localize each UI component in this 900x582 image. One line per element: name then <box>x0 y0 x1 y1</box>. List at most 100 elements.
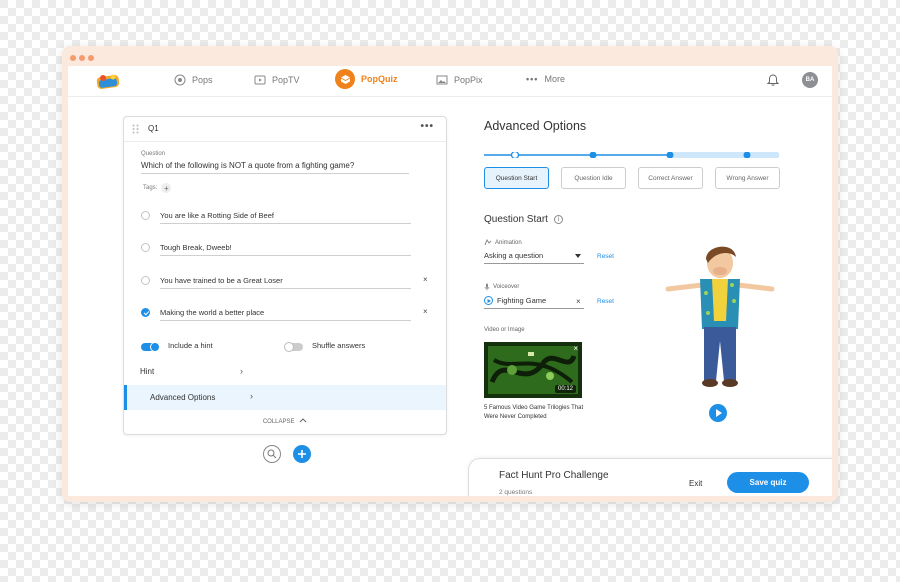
nav-item-popquiz[interactable]: PopQuiz <box>335 69 398 89</box>
answer-text-field[interactable]: Making the world a better place <box>160 308 411 321</box>
nav-label-more: More <box>544 74 565 84</box>
question-menu-icon[interactable]: ••• <box>420 121 434 132</box>
tags-row: Tags: + <box>143 183 172 193</box>
collapse-label: COLLAPSE <box>262 419 295 425</box>
voiceover-label: Voiceover <box>493 284 520 290</box>
answer-radio[interactable] <box>141 243 150 252</box>
remove-voiceover-icon[interactable]: × <box>576 297 581 306</box>
remove-video-icon[interactable]: × <box>573 344 578 353</box>
advanced-options-title: Advanced Options <box>484 119 587 133</box>
step-dot <box>666 152 674 158</box>
step-dot <box>589 152 597 158</box>
answer-row: You are like a Rotting Side of Beef <box>141 206 431 228</box>
answer-radio[interactable] <box>141 211 150 220</box>
nav-item-pops[interactable]: Pops <box>174 74 213 86</box>
window-dot-minimize[interactable] <box>79 55 85 61</box>
search-button[interactable] <box>263 445 281 463</box>
popquiz-logo-icon[interactable] <box>96 72 120 90</box>
animation-reset-link[interactable]: Reset <box>597 253 614 260</box>
question-card: Q1 ••• Question Which of the following i… <box>123 116 447 435</box>
remove-answer-icon[interactable]: × <box>423 307 428 316</box>
drag-handle-icon[interactable] <box>132 124 139 134</box>
search-icon <box>267 449 277 459</box>
answer-radio-correct[interactable] <box>141 308 150 317</box>
tv-icon <box>254 75 266 85</box>
shuffle-answers-label: Shuffle answers <box>312 341 366 350</box>
answer-row: Making the world a better place × <box>141 303 431 325</box>
window-dot-maximize[interactable] <box>88 55 94 61</box>
avatar[interactable]: BA <box>802 72 818 88</box>
nav-item-more[interactable]: ••• More <box>526 74 565 84</box>
bell-icon[interactable] <box>766 73 780 87</box>
add-question-button[interactable] <box>293 445 311 463</box>
answer-radio[interactable] <box>141 276 150 285</box>
nav-item-poppix[interactable]: PopPix <box>436 74 483 86</box>
voiceover-reset-link[interactable]: Reset <box>597 298 614 305</box>
voiceover-value: Fighting Game <box>497 296 547 305</box>
video-duration: 00:12 <box>554 385 576 393</box>
shuffle-answers-toggle[interactable] <box>284 342 303 352</box>
question-text-field[interactable]: Which of the following is NOT a quote fr… <box>141 161 409 174</box>
advanced-options-label: Advanced Options <box>150 393 216 402</box>
question-field-label: Question <box>141 151 166 157</box>
plus-icon <box>298 450 306 458</box>
answer-text-field[interactable]: You have trained to be a Great Loser <box>160 276 411 289</box>
nav-label-poptv: PopTV <box>272 75 300 85</box>
quiz-footer: Fact Hunt Pro Challenge 2 questions Exit… <box>468 458 832 496</box>
step-progress <box>484 152 779 158</box>
window-dot-close[interactable] <box>70 55 76 61</box>
hint-label: Hint <box>140 367 155 376</box>
add-tag-button[interactable]: + <box>161 183 172 193</box>
animation-label-row: Animation <box>484 239 522 246</box>
answer-text-field[interactable]: You are like a Rotting Side of Beef <box>160 211 411 224</box>
animation-select[interactable]: Asking a question <box>484 251 584 264</box>
answer-text-field[interactable]: Tough Break, Dweeb! <box>160 243 411 256</box>
answer-row: Tough Break, Dweeb! <box>141 238 431 260</box>
step-wrong-answer[interactable]: Wrong Answer <box>715 167 780 189</box>
nav-label-popquiz: PopQuiz <box>361 74 398 84</box>
step-question-idle[interactable]: Question Idle <box>561 167 626 189</box>
video-caption: 5 Famous Video Game Trilogies That Were … <box>484 405 584 420</box>
question-number: Q1 <box>148 124 159 133</box>
nav-item-poptv[interactable]: PopTV <box>254 74 300 86</box>
play-voiceover-icon[interactable] <box>484 296 493 305</box>
app-content: Pops PopTV PopQuiz PopPix ••• More BA Q1… <box>68 66 832 496</box>
hint-row[interactable]: Hint <box>140 367 430 376</box>
image-icon <box>436 75 448 85</box>
voiceover-label-row: Voiceover <box>484 283 519 291</box>
chevron-right-icon: › <box>240 366 243 376</box>
include-hint-toggle[interactable] <box>141 342 160 352</box>
microphone-icon <box>484 283 490 291</box>
animation-value: Asking a question <box>484 251 544 260</box>
step-question-start[interactable]: Question Start <box>484 167 549 189</box>
section-title: Question Start i <box>484 214 563 225</box>
chevron-right-icon: › <box>250 391 253 401</box>
animation-icon <box>484 239 492 246</box>
section-title-text: Question Start <box>484 214 548 225</box>
exit-button[interactable]: Exit <box>689 479 702 488</box>
info-icon[interactable]: i <box>553 215 563 224</box>
voiceover-select[interactable]: Fighting Game <box>484 296 584 309</box>
video-thumbnail[interactable]: × 00:12 <box>484 342 582 398</box>
cartoon-character-preview <box>665 246 775 387</box>
advanced-options-row[interactable]: Advanced Options › <box>124 385 446 410</box>
step-correct-answer[interactable]: Correct Answer <box>638 167 703 189</box>
step-dot-active <box>510 152 520 158</box>
play-icon <box>715 409 722 417</box>
nav-label-pops: Pops <box>192 75 213 85</box>
dots-icon: ••• <box>526 74 539 84</box>
chevron-up-icon <box>299 418 307 423</box>
collapse-button[interactable]: COLLAPSE <box>124 418 446 425</box>
question-count: 2 questions <box>499 489 533 496</box>
popquiz-icon <box>335 69 355 89</box>
caret-down-icon <box>575 254 581 258</box>
question-header: Q1 ••• <box>124 117 446 142</box>
pops-icon <box>174 74 186 86</box>
save-quiz-button[interactable]: Save quiz <box>727 472 809 493</box>
media-label: Video or Image <box>484 327 525 333</box>
play-preview-button[interactable] <box>709 404 727 422</box>
top-nav: Pops PopTV PopQuiz PopPix ••• More BA <box>68 66 832 97</box>
animation-label: Animation <box>495 239 522 246</box>
remove-answer-icon[interactable]: × <box>423 275 428 284</box>
include-hint-label: Include a hint <box>168 341 213 350</box>
